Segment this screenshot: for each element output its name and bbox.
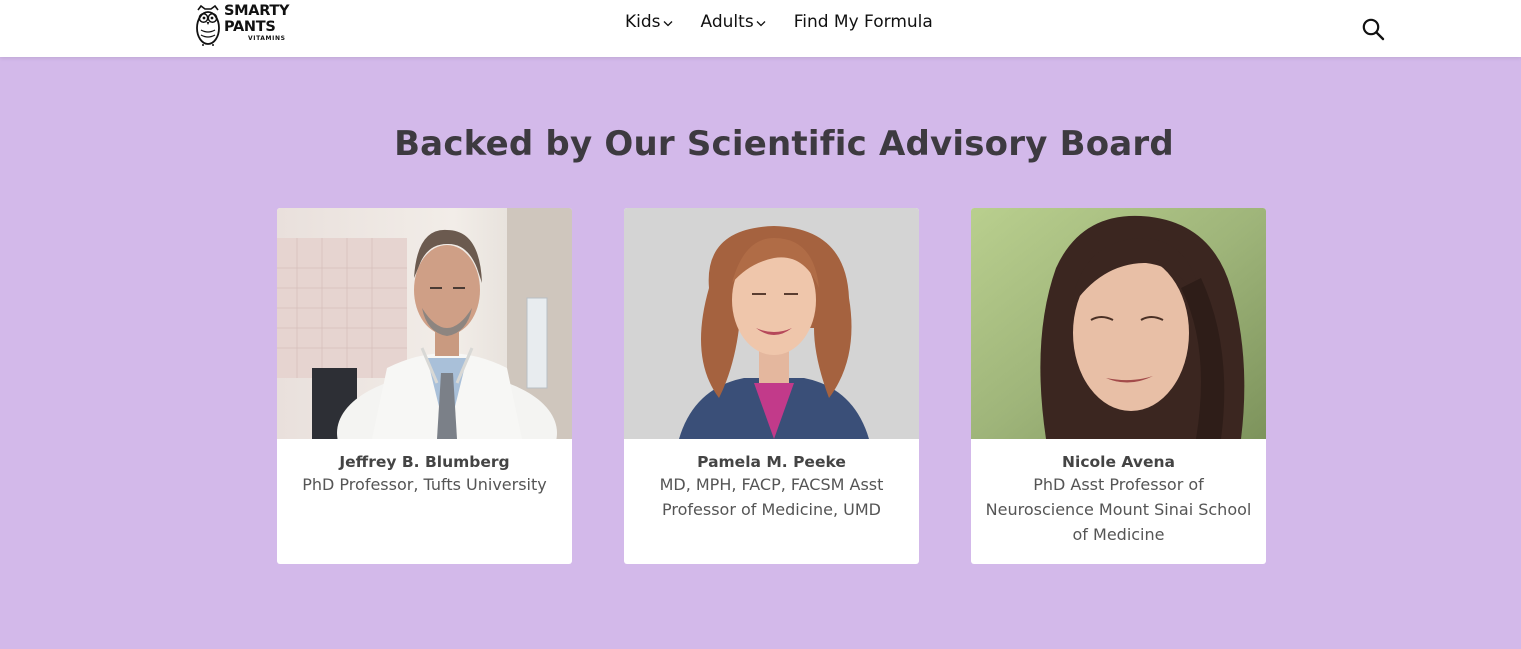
advisor-card: Jeffrey B. Blumberg PhD Professor, Tufts… [277, 208, 572, 564]
brand-line-2: PANTS [224, 18, 276, 35]
owl-logo-icon [196, 4, 220, 46]
advisor-photo [971, 208, 1266, 439]
advisor-role: MD, MPH, FACP, FACSM Asst Professor of M… [659, 475, 884, 519]
brand-logo[interactable]: SMARTY PANTS VITAMINS [194, 4, 304, 48]
advisor-role: PhD Asst Professor of Neuroscience Mount… [985, 475, 1252, 544]
nav-item-label: Adults [700, 12, 754, 32]
chevron-down-icon [663, 20, 672, 26]
brand-line-1: SMARTY [224, 3, 290, 19]
advisor-name: Jeffrey B. Blumberg [339, 453, 510, 471]
brand-line-3: VITAMINS [248, 35, 286, 42]
nav-item-find-my-formula[interactable]: Find My Formula [794, 12, 933, 32]
main-nav: Kids Adults Find My Formula [625, 12, 933, 32]
advisor-name: Pamela M. Peeke [697, 453, 846, 471]
chevron-down-icon [756, 20, 766, 26]
brand-wordmark: SMARTY PANTS VITAMINS [224, 3, 290, 42]
advisor-name: Nicole Avena [1062, 453, 1175, 471]
nav-item-kids[interactable]: Kids [625, 12, 673, 32]
nav-item-label: Find My Formula [793, 12, 933, 32]
advisor-photo [277, 208, 572, 439]
advisor-role: PhD Professor, Tufts University [302, 475, 547, 494]
site-header: SMARTY PANTS VITAMINS Kids Adults Find M… [0, 0, 1521, 57]
search-icon[interactable] [1361, 17, 1385, 41]
advisor-photo [624, 208, 919, 439]
section-title: Backed by Our Scientific Advisory Board [394, 124, 1174, 164]
nav-item-label: Kids [625, 12, 661, 32]
advisor-card: Pamela M. Peeke MD, MPH, FACP, FACSM Ass… [624, 208, 919, 564]
nav-item-adults[interactable]: Adults [701, 12, 766, 32]
advisor-card: Nicole Avena PhD Asst Professor of Neuro… [971, 208, 1266, 564]
